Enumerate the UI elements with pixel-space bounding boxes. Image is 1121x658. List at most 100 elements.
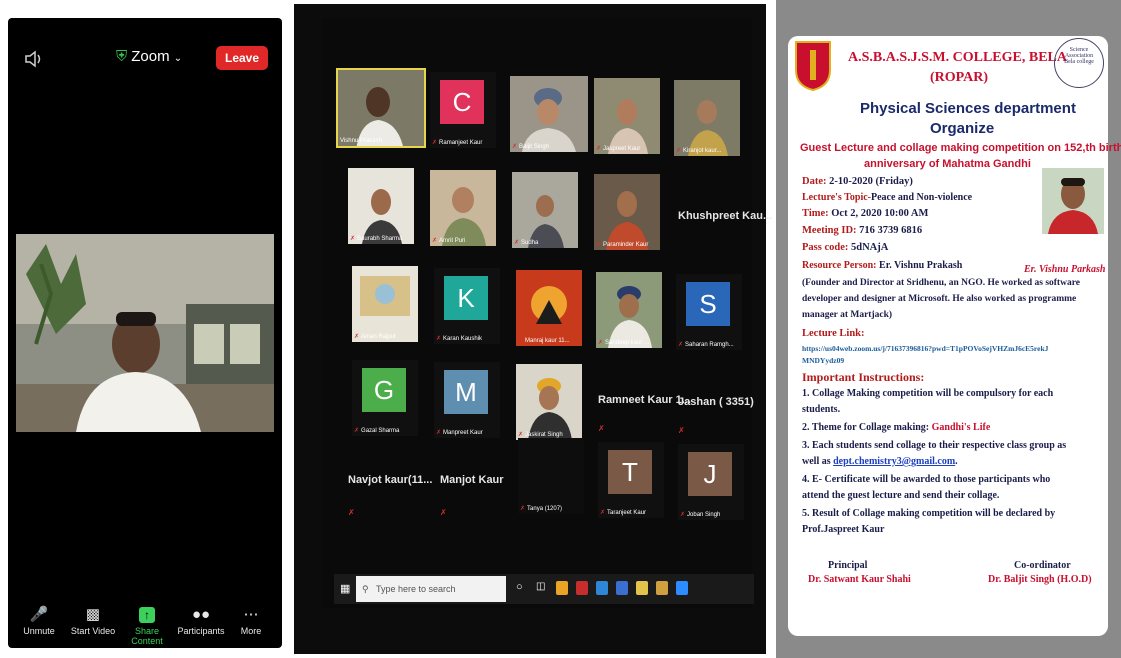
- store-icon[interactable]: [656, 581, 668, 595]
- participant-tile[interactable]: ✗ Tanya (1207): [518, 438, 584, 514]
- participant-name-label: Kiranjot kaur...: [683, 148, 722, 154]
- unmute-button[interactable]: 🎤 Unmute: [12, 606, 66, 636]
- participant-name-label: Taranjeet Kaur: [607, 510, 647, 516]
- participant-tile[interactable]: ✗ Baljit Singh: [510, 76, 588, 152]
- lecture-link-line1[interactable]: https://us04web.zoom.us/j/71637396816?pw…: [802, 344, 1048, 353]
- edge-icon[interactable]: [596, 581, 608, 595]
- zoom-icon[interactable]: [676, 581, 688, 595]
- participants-button[interactable]: ●● Participants: [174, 606, 228, 636]
- participant-name: ✗ Aman Rajput: [354, 333, 396, 340]
- participant-tile[interactable]: ✗ Saurabh Sharma: [348, 168, 414, 244]
- chrome-icon[interactable]: [556, 581, 568, 595]
- start-video-button[interactable]: ▩ Start Video: [66, 606, 120, 636]
- active-speaker-video: [16, 234, 274, 432]
- event-title-line1: Guest Lecture and collage making competi…: [800, 142, 1121, 154]
- participant-tile[interactable]: S ✗ Saharan Ramgh...: [676, 274, 742, 350]
- participant-name-label: Manpreet Kaur: [443, 430, 483, 436]
- participant-tile[interactable]: M ✗ Manpreet Kaur: [434, 362, 500, 438]
- participant-tile[interactable]: G ✗ Gazal Sharma: [352, 360, 418, 436]
- zoom-bottom-toolbar: 🎤 Unmute ▩ Start Video ↑ Share Content ●…: [8, 600, 282, 648]
- participant-name: ✗ Sandeep kaur ...: [598, 339, 649, 346]
- resource-person-row: Resource Person: Er. Vishnu Prakash: [802, 260, 962, 271]
- app-icon[interactable]: [576, 581, 588, 595]
- share-content-button[interactable]: ↑ Share Content: [120, 606, 174, 646]
- participant-name-only[interactable]: Ramneet Kaur 1...: [598, 394, 691, 406]
- more-label: More: [240, 626, 262, 636]
- windows-start-icon[interactable]: ▦: [340, 582, 350, 595]
- instruction-2: 2. Theme for Collage making: Gandhi's Li…: [802, 422, 990, 433]
- meeting-title[interactable]: ⛨ Zoom ⌄: [116, 48, 182, 65]
- participant-tile[interactable]: ✗ Sandeep kaur ...: [596, 272, 662, 348]
- participant-tile[interactable]: T ✗ Taranjeet Kaur: [598, 442, 664, 518]
- participant-name: ✗ Manraj kaur 11...: [518, 337, 570, 344]
- instruction-5b: Prof.Jaspreet Kaur: [802, 524, 885, 535]
- event-poster: A.S.B.A.S.J.S.M. COLLEGE, BELA (ROPAR) S…: [788, 36, 1121, 636]
- seal-subtext: Bela college: [1064, 59, 1094, 65]
- participants-label: Participants: [177, 626, 225, 636]
- avatar-letter: G: [362, 368, 406, 412]
- time-row: Time: Oct 2, 2020 10:00 AM: [802, 208, 928, 219]
- participant-name-label: Manraj kaur 11...: [525, 338, 570, 344]
- participant-name-label: Gazal Sharma: [361, 428, 400, 434]
- participant-tile[interactable]: ✗ Jaskirat Singh: [516, 364, 582, 440]
- participant-tile[interactable]: ✗ Paraminder Kaur: [594, 174, 660, 250]
- participant-tile[interactable]: K ✗ Karan Kaushik: [434, 268, 500, 344]
- zoom-mobile-screen: ⛨ Zoom ⌄ Leave 🎤 Unmute ▩ Start Video ↑ …: [8, 18, 282, 648]
- mic-muted-icon: ✗: [436, 336, 442, 342]
- instructions-title: Important Instructions:: [802, 370, 925, 384]
- meeting-id-label: Meeting ID:: [802, 225, 857, 236]
- science-association-seal: Science Association Bela college: [1054, 38, 1104, 88]
- file-explorer-icon[interactable]: [636, 581, 648, 595]
- bio-line3: manager at Martjack): [802, 310, 893, 320]
- cortana-icon[interactable]: ○: [516, 581, 528, 595]
- date-row: Date: 2-10-2020 (Friday): [802, 176, 913, 187]
- instruction-3-row: well as dept.chemistry3@gmail.com.: [802, 456, 958, 467]
- poster-frame: A.S.B.A.S.J.S.M. COLLEGE, BELA (ROPAR) S…: [776, 0, 1121, 658]
- mic-muted-icon: ✗: [678, 342, 684, 348]
- participant-name: ✗ Taranjeet Kaur: [600, 509, 646, 516]
- zoom-gallery-view: Vishnu Prakash C ✗ Ramanjeet Kaur ✗ Baljit…: [322, 18, 772, 608]
- participant-name-only[interactable]: Navjot kaur(11...: [348, 474, 432, 486]
- participant-tile[interactable]: ✗ Manraj kaur 11...: [516, 270, 582, 346]
- participant-name: ✗ Amrit Puri: [432, 237, 465, 244]
- windows-taskbar: ▦ ⚲ Type here to search ○ ◫: [334, 574, 754, 604]
- task-view-icon[interactable]: ◫: [536, 581, 548, 595]
- email-link[interactable]: dept.chemistry3@gmail.com: [833, 456, 955, 467]
- participant-name-label: Sandeep kaur ...: [605, 340, 650, 346]
- participant-tile[interactable]: J ✗ Joban Singh: [678, 444, 744, 520]
- participant-name-label: Saurabh Sharma: [357, 236, 403, 242]
- mic-muted-icon: ✗: [676, 148, 682, 154]
- topic-label: Lecture's Topic-: [802, 192, 871, 203]
- topic-value: Peace and Non-violence: [870, 192, 973, 203]
- participant-name-only[interactable]: Manjot Kaur: [440, 474, 504, 486]
- app-icon[interactable]: [616, 581, 628, 595]
- avatar-letter: J: [688, 452, 732, 496]
- participant-name: Vishnu Prakash: [340, 138, 382, 144]
- participant-tile[interactable]: ✗ Kiranjot kaur...: [674, 80, 740, 156]
- mic-muted-icon: ✗: [354, 334, 360, 340]
- participant-name: ✗ Jaspreet Kaur: [596, 145, 640, 152]
- participant-name-only[interactable]: Khushpreet Kau...: [678, 210, 772, 222]
- participant-tile[interactable]: ✗ Sudha: [512, 172, 578, 248]
- participant-name-label: Baljit Singh: [519, 144, 550, 150]
- avatar-letter: S: [686, 282, 730, 326]
- leave-button[interactable]: Leave: [216, 46, 268, 70]
- participant-tile[interactable]: ✗ Jaspreet Kaur: [594, 78, 660, 154]
- instruction-4b: attend the guest lecture and send their …: [802, 490, 1000, 501]
- speaker-photo: [1042, 168, 1104, 234]
- participant-tile[interactable]: ✗ Amrit Puri: [430, 170, 496, 246]
- resource-person-value: Er. Vishnu Prakash: [879, 260, 963, 271]
- participant-name-only[interactable]: Jashan ( 3351): [678, 396, 754, 408]
- instruction-1a: 1. Collage Making competition will be co…: [802, 388, 1054, 399]
- more-button[interactable]: ⋯ More: [224, 606, 278, 636]
- bio-line2: developer and designer at Microsoft. He …: [802, 294, 1077, 304]
- speaker-icon[interactable]: [24, 50, 44, 72]
- participant-name: ✗ Manpreet Kaur: [436, 429, 483, 436]
- lecture-link-line2[interactable]: MNDYydz09: [802, 356, 844, 365]
- participant-tile[interactable]: C ✗ Ramanjeet Kaur: [430, 72, 496, 148]
- mic-muted-icon: ✗: [596, 242, 602, 248]
- zoom-top-bar: ⛨ Zoom ⌄ Leave: [8, 18, 282, 98]
- taskbar-search-box[interactable]: ⚲ Type here to search: [356, 576, 506, 602]
- participant-tile[interactable]: ✗ Aman Rajput: [352, 266, 418, 342]
- participant-tile[interactable]: Vishnu Prakash: [336, 68, 426, 148]
